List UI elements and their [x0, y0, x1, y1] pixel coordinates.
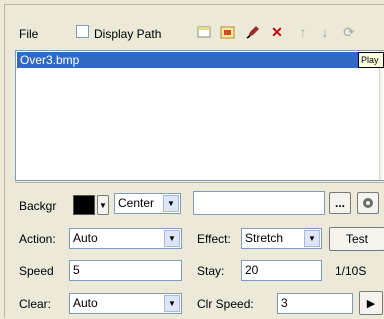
move-up-icon[interactable]: ↑: [295, 24, 311, 40]
play-tooltip: Play: [358, 52, 384, 68]
list-scrollbar[interactable]: [379, 51, 383, 180]
action-label: Action:: [19, 232, 56, 246]
effect-label: Effect:: [197, 232, 231, 246]
browse-button[interactable]: ...: [329, 192, 351, 214]
stay-unit-label: 1/10S: [335, 264, 367, 278]
effect-select[interactable]: Stretch ▼: [241, 228, 322, 249]
clear-value: Auto: [73, 296, 98, 310]
chevron-down-icon[interactable]: ▼: [304, 230, 320, 247]
pen-icon[interactable]: [245, 24, 261, 40]
display-path-checkbox[interactable]: [76, 25, 89, 38]
gear-icon: [363, 198, 373, 208]
color-dropdown-button[interactable]: ▼: [97, 195, 109, 215]
play-button[interactable]: ▶: [359, 291, 383, 315]
stay-field[interactable]: 20: [241, 260, 322, 281]
position-value: Center: [118, 196, 155, 210]
chevron-down-icon[interactable]: ▼: [164, 230, 180, 247]
clr-speed-label: Clr Speed:: [197, 297, 254, 311]
toolbar: File Display Path ✕ ↑ ↓ ⟳: [5, 5, 384, 49]
speed-label: Speed: [19, 264, 54, 278]
new-icon[interactable]: [196, 24, 212, 40]
file-menu[interactable]: File: [19, 27, 38, 41]
clear-label: Clear:: [19, 297, 52, 311]
display-path-label: Display Path: [94, 27, 162, 41]
clr-speed-field[interactable]: 3: [277, 293, 353, 314]
delete-icon[interactable]: ✕: [269, 24, 285, 40]
stay-label: Stay:: [197, 264, 225, 278]
background-color-swatch[interactable]: [73, 195, 95, 215]
image-path-field[interactable]: [193, 191, 325, 215]
move-down-icon[interactable]: ↓: [317, 24, 333, 40]
open-image-icon[interactable]: [220, 24, 236, 40]
window-frame: File Display Path ✕ ↑ ↓ ⟳ Over3.bmp Back…: [4, 4, 384, 318]
settings-button[interactable]: [357, 192, 379, 214]
position-select[interactable]: Center ▼: [114, 193, 181, 214]
refresh-icon[interactable]: ⟳: [341, 24, 357, 40]
list-item[interactable]: Over3.bmp: [17, 52, 383, 68]
chevron-down-icon[interactable]: ▼: [164, 295, 180, 312]
test-button[interactable]: Test: [329, 227, 384, 251]
speed-field[interactable]: 5: [69, 260, 182, 281]
chevron-down-icon[interactable]: ▼: [163, 195, 179, 212]
settings-panel: Backgr ▼ Center ▼ ... Action: Auto ▼ Eff…: [15, 182, 384, 319]
action-value: Auto: [73, 231, 98, 245]
file-list[interactable]: Over3.bmp: [15, 50, 384, 181]
effect-value: Stretch: [245, 231, 284, 245]
clear-select[interactable]: Auto ▼: [69, 293, 182, 314]
action-select[interactable]: Auto ▼: [69, 228, 182, 249]
background-label: Backgr: [19, 199, 57, 213]
